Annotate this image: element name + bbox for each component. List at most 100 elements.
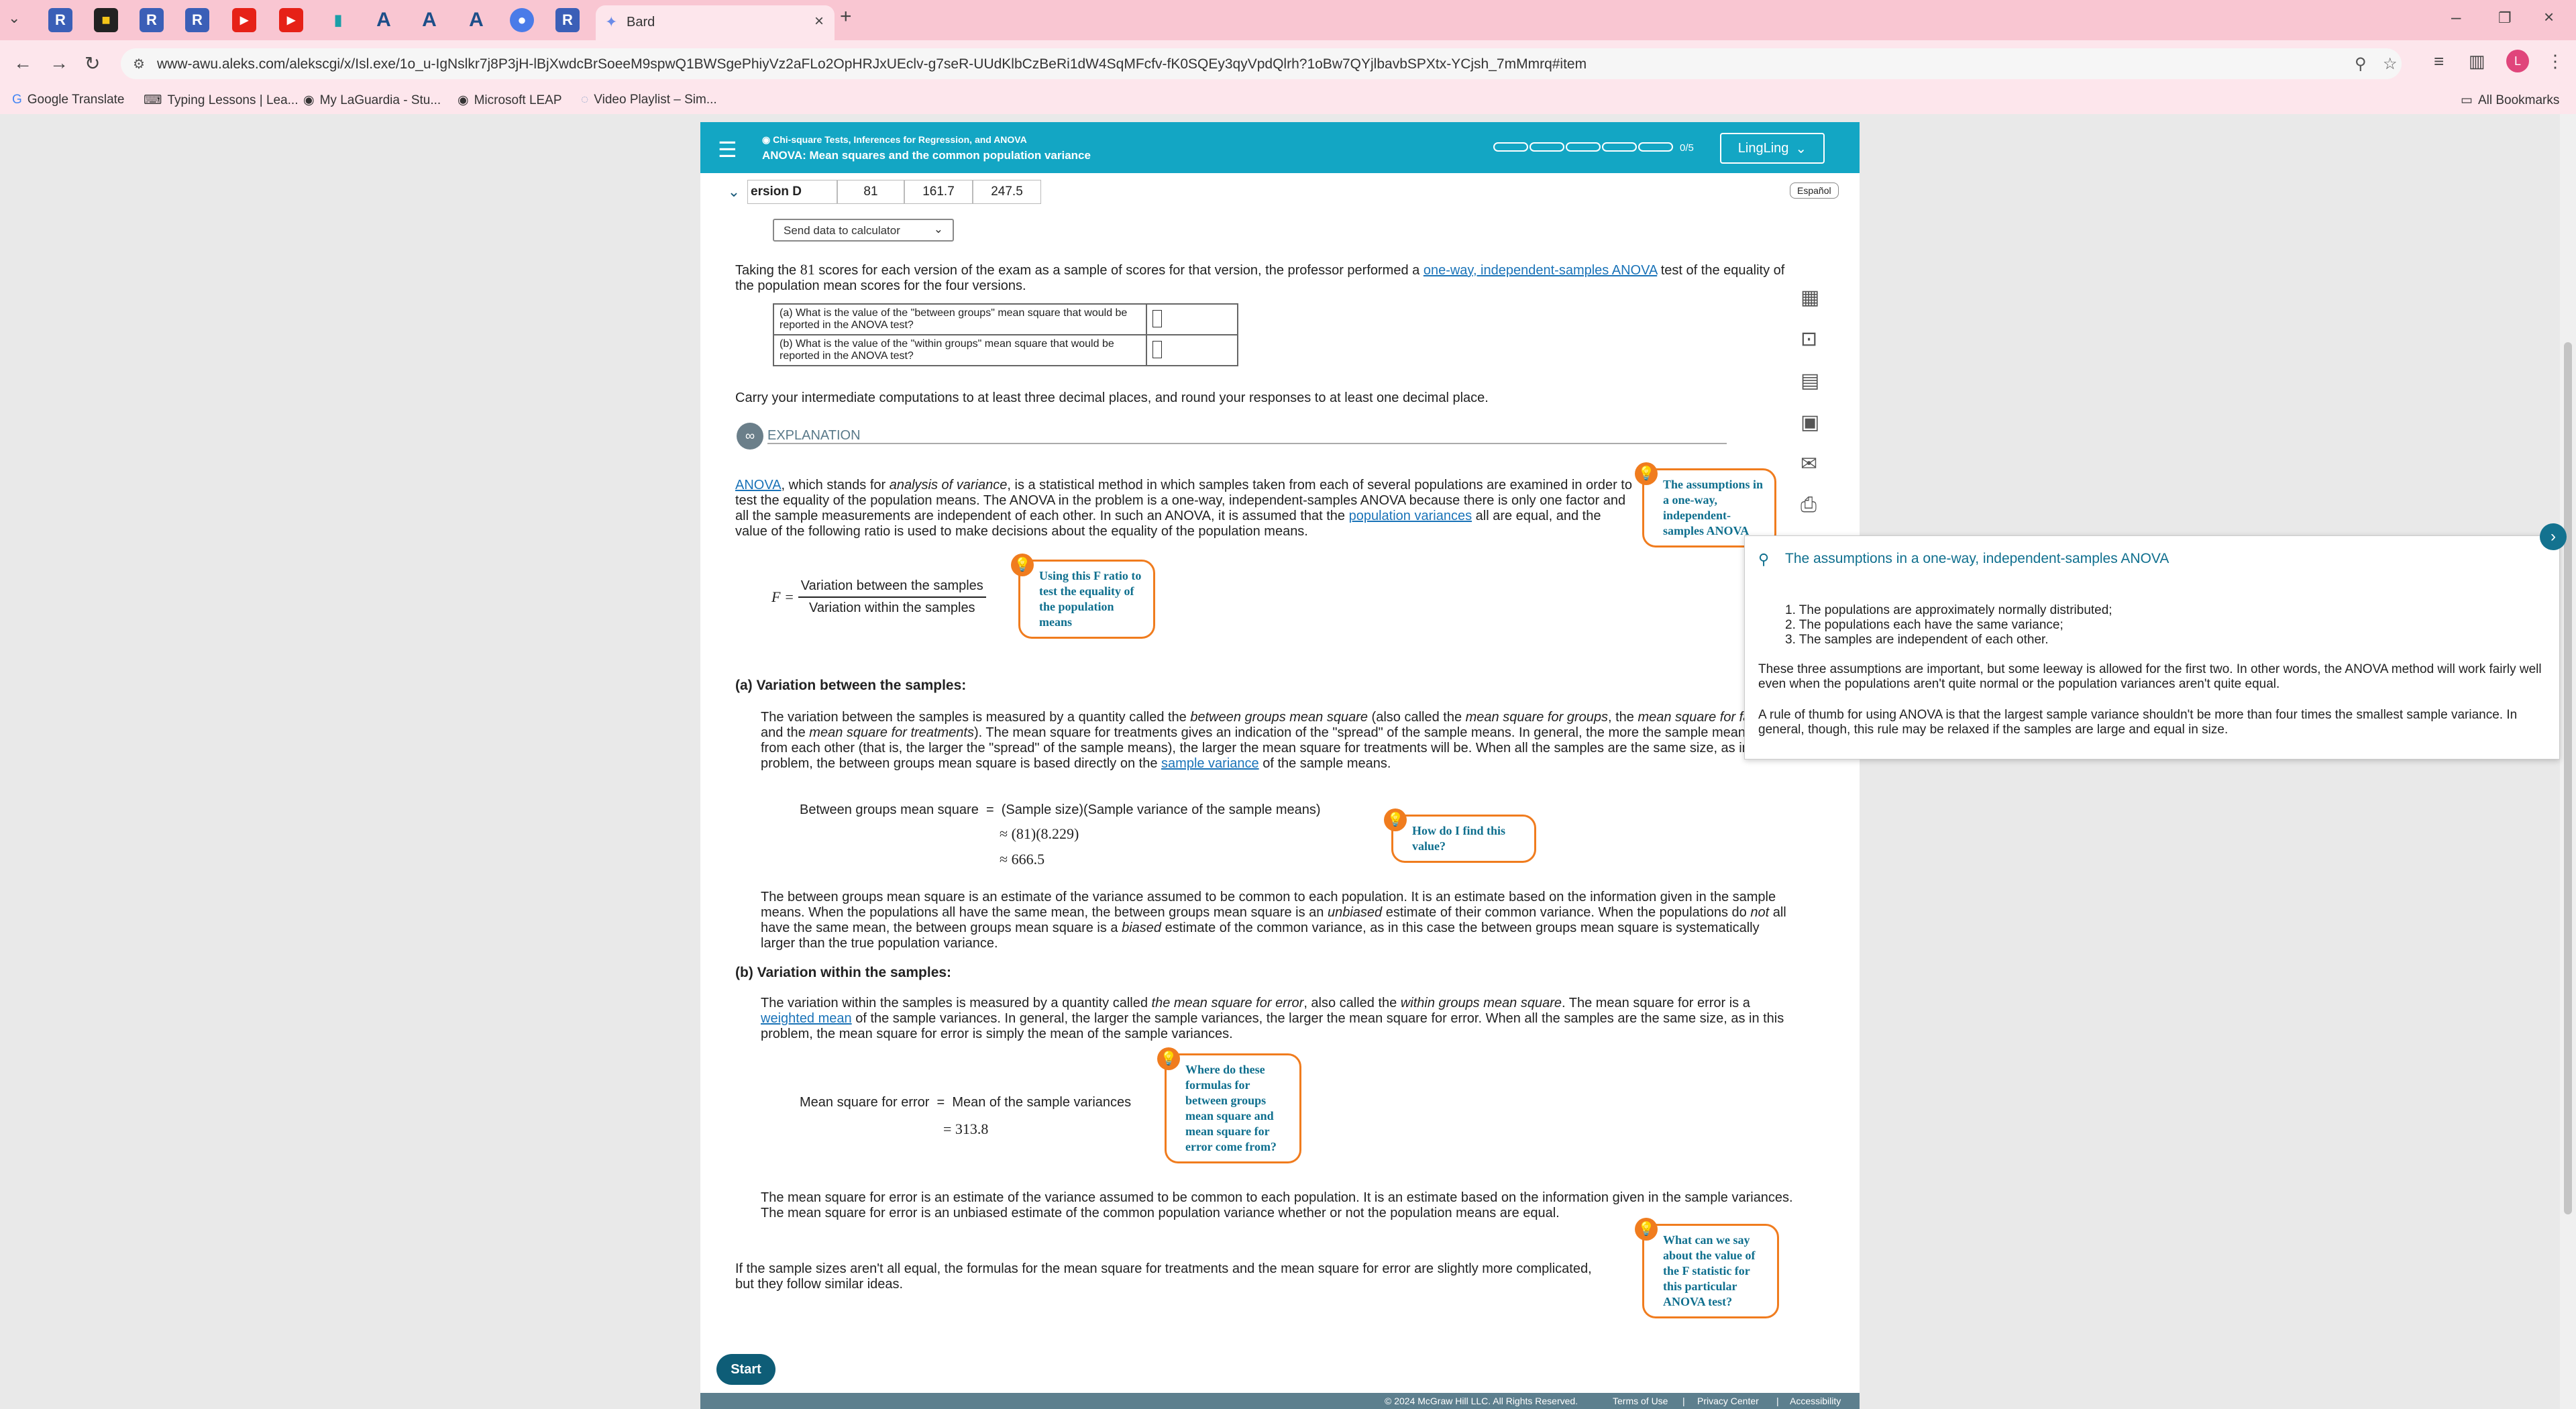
calculator-icon[interactable]: ▦	[1801, 286, 1819, 309]
hint-f-ratio[interactable]: 💡 Using this F ratio to test the equality…	[1011, 554, 1155, 639]
answer-a-input[interactable]	[1152, 310, 1162, 327]
aleks-panel: ☰ ◉ Chi-square Tests, Inferences for Reg…	[700, 122, 1860, 1409]
answer-a-cell[interactable]	[1146, 303, 1238, 335]
between-groups-eq2: ≈ (81)(8.229)	[1000, 825, 1079, 842]
close-window-icon[interactable]: ×	[2544, 7, 2554, 28]
popup-paragraph-1: These three assumptions are important, b…	[1758, 662, 2542, 691]
formula-sheet-icon[interactable]: ▤	[1801, 369, 1819, 393]
forward-icon[interactable]: →	[50, 52, 68, 74]
terms-link[interactable]: Terms of Use	[1613, 1396, 1668, 1406]
start-button[interactable]: Start	[716, 1354, 775, 1385]
scrollbar-thumb[interactable]	[2564, 342, 2572, 1214]
collapse-toggle[interactable]: ⌄	[720, 180, 747, 204]
tab-favicon-youtube-1[interactable]: ▶	[232, 8, 256, 32]
back-icon[interactable]: ←	[13, 52, 32, 74]
hint-f-statistic[interactable]: 💡 What can we say about the value of the …	[1635, 1218, 1779, 1318]
restore-icon[interactable]: ❐	[2498, 9, 2512, 27]
browser-menu-icon[interactable]: ⋮	[2546, 51, 2564, 72]
mail-icon[interactable]: ✉	[1801, 452, 1817, 476]
bookmark-typing-lessons[interactable]: ⌨ Typing Lessons | Lea...	[144, 93, 299, 108]
tab-favicon-1[interactable]: R	[48, 8, 72, 32]
anova-paragraph: ANOVA, which stands for analysis of vari…	[735, 478, 1632, 539]
tab-favicon-youtube-2[interactable]: ▶	[279, 8, 303, 32]
lightbulb-icon: 💡	[1011, 554, 1034, 576]
hint-find-value[interactable]: 💡 How do I find this value?	[1384, 808, 1536, 863]
tab-favicon-aleks-3[interactable]: A	[464, 8, 488, 32]
course-title: ◉ Chi-square Tests, Inferences for Regre…	[762, 134, 1027, 145]
population-variances-link[interactable]: population variances	[1349, 509, 1472, 523]
hint-formulas[interactable]: 💡 Where do these formulas for between gro…	[1157, 1047, 1301, 1163]
typing-icon: ⌨	[144, 93, 162, 107]
section-a-paragraph-2: The between groups mean square is an est…	[761, 890, 1786, 951]
send-data-dropdown[interactable]: Send data to calculator ⌄	[773, 219, 954, 242]
bookmark-my-laguardia[interactable]: ◉ My LaGuardia - Stu...	[303, 93, 441, 108]
folder-icon: ▭	[2461, 93, 2473, 107]
hamburger-menu-icon[interactable]: ☰	[718, 137, 737, 162]
bookmark-microsoft-leap[interactable]: ◉ Microsoft LEAP	[458, 93, 562, 108]
rounding-instructions: Carry your intermediate computations to …	[735, 390, 1489, 405]
zoom-icon[interactable]: ⚲	[2355, 54, 2367, 74]
sample-variance-link[interactable]: sample variance	[1161, 756, 1259, 771]
weighted-mean-link[interactable]: weighted mean	[761, 1011, 852, 1026]
question-b: (b) What is the value of the "within gro…	[773, 334, 1147, 366]
media-controls-icon[interactable]: ≡	[2434, 51, 2444, 72]
espanol-button[interactable]: Español	[1790, 182, 1839, 199]
f-denominator: Variation within the samples	[809, 601, 975, 615]
bookmark-video-playlist[interactable]: ◌ Video Playlist – Sim...	[581, 93, 717, 107]
answer-b-input[interactable]	[1152, 341, 1162, 358]
new-tab-icon[interactable]: +	[840, 5, 852, 28]
table-row: (b) What is the value of the "within gro…	[773, 334, 1238, 366]
between-groups-label: Between groups mean square	[800, 802, 979, 817]
print-icon[interactable]: ⎙	[1801, 494, 1817, 517]
bookmark-google-translate[interactable]: G Google Translate	[12, 93, 124, 107]
progress-segment	[1529, 142, 1564, 152]
profile-avatar[interactable]: L	[2506, 50, 2529, 72]
sample-size-cell: 81	[837, 180, 904, 204]
list-item: 1. The populations are approximately nor…	[1785, 603, 2112, 617]
tab-favicon-chart[interactable]: ▮	[326, 8, 350, 32]
privacy-link[interactable]: Privacy Center	[1697, 1396, 1759, 1406]
bookmarks-bar: G Google Translate ⌨ Typing Lessons | Lea.…	[0, 87, 2576, 114]
anova-definition-link[interactable]: ANOVA	[735, 478, 782, 492]
reload-icon[interactable]: ↻	[85, 52, 100, 74]
bookmark-star-icon[interactable]: ☆	[2383, 54, 2398, 74]
accessibility-link[interactable]: Accessibility	[1790, 1396, 1841, 1406]
progress-bar	[1493, 142, 1673, 152]
address-bar[interactable]: ⚙ www-awu.aleks.com/alekscgi/x/Isl.exe/1…	[121, 48, 2402, 79]
lightbulb-icon: 💡	[1635, 462, 1658, 485]
tab-favicon-aleks-2[interactable]: A	[417, 8, 441, 32]
popup-list: 1. The populations are approximately nor…	[1785, 603, 2112, 647]
f-ratio-formula: F = Variation between the samples Variat…	[771, 578, 986, 616]
close-tab-icon[interactable]: ×	[814, 12, 824, 31]
playlist-icon: ◌	[581, 93, 589, 107]
video-icon[interactable]: ⊡	[1801, 327, 1817, 351]
close-popup-icon[interactable]: ›	[2540, 523, 2567, 550]
tab-favicon-3[interactable]: R	[140, 8, 164, 32]
answer-b-cell[interactable]	[1146, 334, 1238, 366]
user-menu-button[interactable]: LingLing ⌄	[1720, 133, 1825, 164]
minimize-icon[interactable]: –	[2451, 7, 2461, 28]
tab-bard[interactable]: ✦ Bard ×	[596, 5, 835, 40]
f-numerator: Variation between the samples	[798, 578, 986, 598]
tab-favicon-4[interactable]: R	[185, 8, 209, 32]
lightbulb-icon: 💡	[1635, 1218, 1658, 1241]
tab-search-icon[interactable]: ⌄	[8, 9, 20, 27]
tab-title: Bard	[627, 15, 655, 30]
page-scrollbar[interactable]	[2560, 114, 2576, 1409]
all-bookmarks[interactable]: ▭ All Bookmarks	[2461, 93, 2559, 108]
translate-icon: G	[12, 93, 22, 107]
tab-favicon-5[interactable]: ●	[510, 8, 534, 32]
anova-link[interactable]: one-way, independent-samples ANOVA	[1424, 263, 1657, 278]
lightbulb-icon: 💡	[1157, 1047, 1180, 1070]
between-groups-eq1: (Sample size)(Sample variance of the sam…	[1001, 802, 1321, 817]
sample-mean-cell: 161.7	[904, 180, 973, 204]
site-info-icon[interactable]: ⚙	[133, 56, 145, 72]
tab-favicon-2[interactable]: ■	[94, 8, 118, 32]
mse-eq1: Mean of the sample variances	[952, 1095, 1132, 1110]
between-groups-formula: Between groups mean square = (Sample siz…	[800, 802, 1321, 817]
tab-favicon-aleks-1[interactable]: A	[372, 8, 396, 32]
tab-favicon-6[interactable]: R	[555, 8, 580, 32]
lightbulb-icon: ⚲	[1758, 551, 1770, 568]
textbook-icon[interactable]: ▣	[1801, 411, 1819, 434]
side-panel-icon[interactable]: ▥	[2469, 51, 2485, 72]
